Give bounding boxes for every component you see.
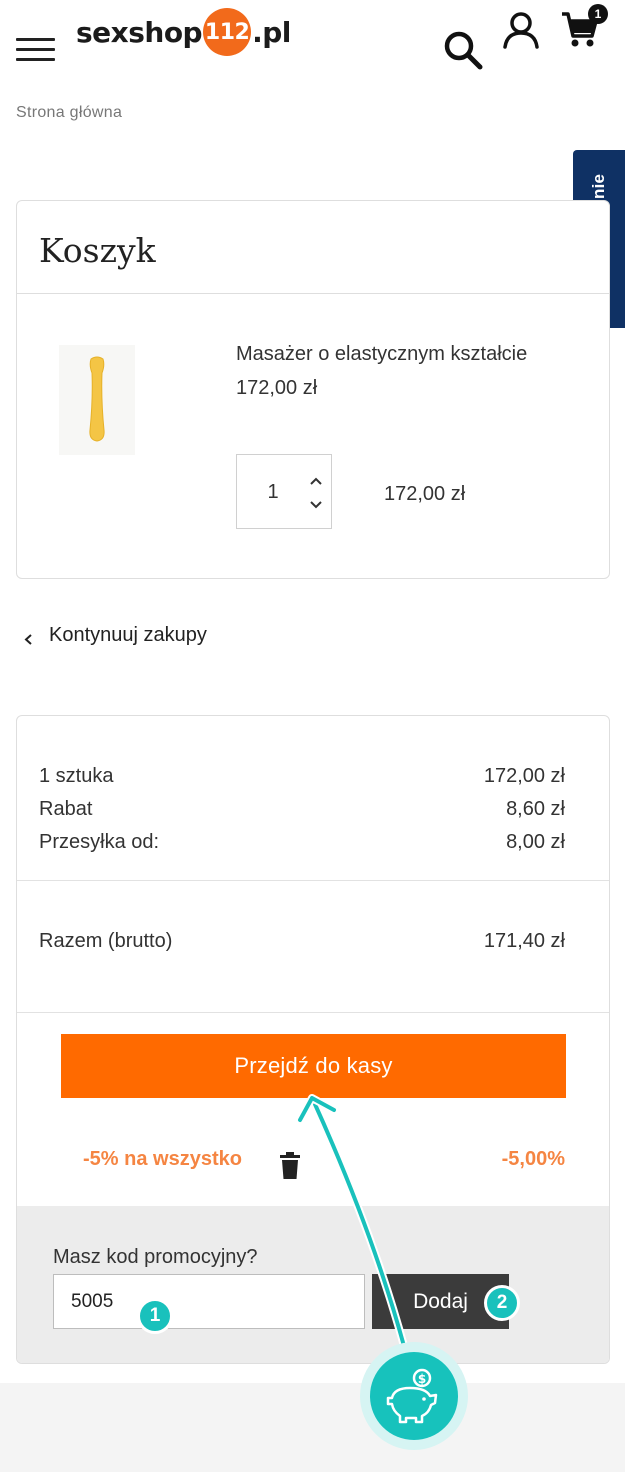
piggy-bank-icon: $ <box>370 1352 458 1440</box>
search-icon[interactable] <box>442 29 484 71</box>
step-badge-1: 1 <box>137 1298 173 1334</box>
promo-code-input[interactable] <box>53 1274 365 1329</box>
product-name[interactable]: Masażer o elastycznym kształcie <box>236 343 527 366</box>
summary-row-items: 1 sztuka 172,00 zł <box>39 765 565 788</box>
product-image[interactable] <box>59 345 135 455</box>
header: sexshop 112 .pl 1 <box>0 0 625 90</box>
divider <box>17 880 609 881</box>
total-value: 171,40 zł <box>483 930 565 952</box>
piggy-bank-badge: $ <box>360 1342 468 1450</box>
hamburger-menu-icon[interactable] <box>16 36 55 64</box>
cart-icon[interactable]: 1 <box>560 4 608 50</box>
quantity-value[interactable]: 1 <box>237 455 309 530</box>
total-label: Razem (brutto) <box>39 930 173 952</box>
promo-code-section: Masz kod promocyjny? Dodaj <box>17 1206 609 1363</box>
logo-domain: .pl <box>252 15 291 49</box>
divider <box>17 1012 609 1013</box>
summary-value: 172,00 zł <box>483 765 565 787</box>
summary-card: 1 sztuka 172,00 zł Rabat 8,60 zł Przesył… <box>16 715 610 1364</box>
step-badge-2: 2 <box>484 1285 520 1321</box>
trash-icon[interactable] <box>279 1152 301 1180</box>
chevron-down-icon[interactable] <box>307 495 325 515</box>
footer-strip <box>0 1383 625 1472</box>
summary-row-shipping: Przesyłka od: 8,00 zł <box>39 831 565 854</box>
breadcrumb[interactable]: Strona główna <box>16 104 122 122</box>
chevron-up-icon[interactable] <box>307 471 325 491</box>
applied-promo-name: -5% na wszystko <box>83 1148 242 1170</box>
checkout-button[interactable]: Przejdź do kasy <box>61 1034 566 1098</box>
summary-value: 8,60 zł <box>506 798 565 820</box>
summary-row-discount: Rabat 8,60 zł <box>39 798 565 821</box>
summary-row-total: Razem (brutto) 171,40 zł <box>39 930 565 953</box>
product-unit-price: 172,00 zł <box>236 377 318 399</box>
continue-shopping-link[interactable]: Kontynuuj zakupy <box>22 624 207 647</box>
summary-label: Przesyłka od: <box>39 831 160 853</box>
cart-card: Koszyk Masażer o elastycznym kształcie 1… <box>16 200 610 579</box>
applied-promo-value: -5,00% <box>501 1148 565 1170</box>
cart-title: Koszyk <box>39 231 156 270</box>
summary-value: 8,00 zł <box>506 831 565 853</box>
svg-text:$: $ <box>418 1372 426 1386</box>
divider <box>17 293 609 294</box>
product-line-total: 172,00 zł <box>384 483 466 505</box>
summary-label: Rabat <box>39 798 93 820</box>
cart-count-badge: 1 <box>588 4 608 24</box>
logo[interactable]: sexshop 112 .pl <box>76 8 291 56</box>
continue-shopping-label: Kontynuuj zakupy <box>49 624 207 646</box>
logo-badge: 112 <box>203 8 252 56</box>
logo-text: sexshop <box>76 15 203 49</box>
user-icon[interactable] <box>501 10 541 50</box>
promo-code-label: Masz kod promocyjny? <box>53 1246 258 1268</box>
chevron-left-icon <box>24 633 32 645</box>
summary-label: 1 sztuka <box>39 765 114 787</box>
quantity-stepper[interactable]: 1 <box>236 454 332 529</box>
